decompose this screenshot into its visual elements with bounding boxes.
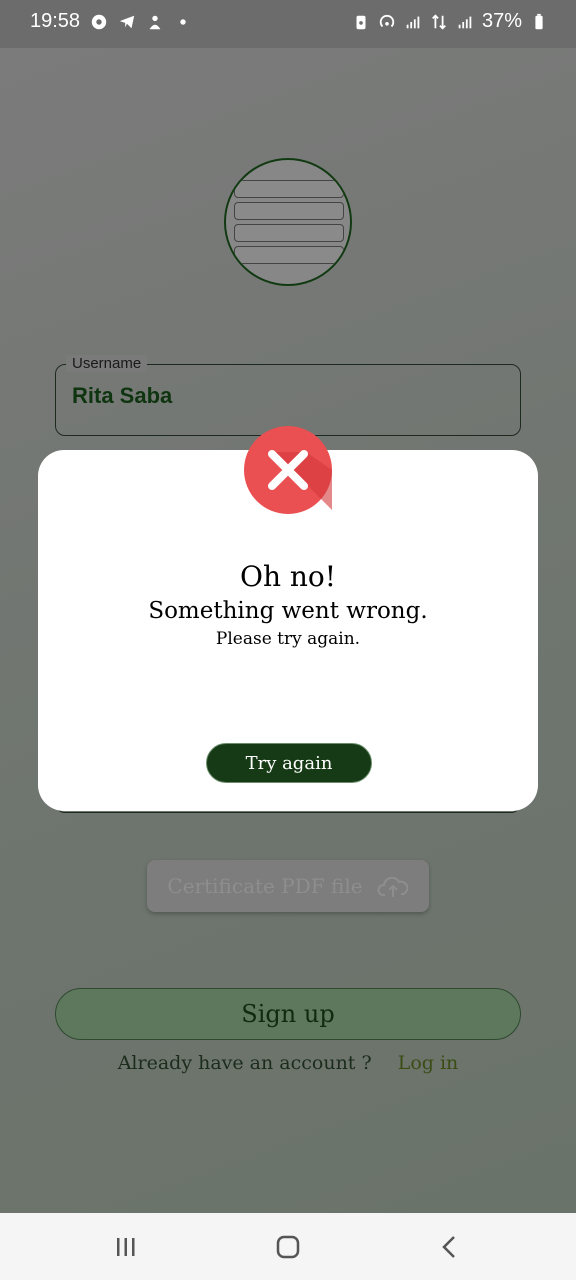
username-label: Username (66, 355, 148, 372)
signal-icon (406, 16, 420, 28)
app-logo (224, 158, 352, 286)
try-again-button[interactable]: Try again (206, 743, 372, 783)
battery-percent: 37% (481, 10, 522, 32)
dialog-title: Oh no! (239, 560, 337, 593)
status-time: 19:58 (30, 10, 81, 32)
logo-field-4 (234, 246, 344, 264)
login-row: Already have an account ? Log in (0, 1052, 576, 1074)
battery-saver-icon (356, 15, 366, 29)
navigation-bar (0, 1213, 576, 1280)
error-icon (244, 426, 332, 514)
hotspot-icon (379, 14, 395, 27)
already-account-text: Already have an account ? (117, 1052, 372, 1074)
logo-field-1 (234, 180, 344, 198)
login-link[interactable]: Log in (398, 1052, 459, 1074)
app-icon (149, 15, 161, 29)
dot-icon (180, 18, 186, 25)
signal-icon (458, 16, 472, 28)
dialog-hint: Please try again. (215, 629, 361, 649)
logo-field-3 (234, 224, 344, 242)
data-icon (432, 13, 446, 30)
signup-button[interactable]: Sign up (55, 988, 521, 1040)
certificate-label: Certificate PDF file (167, 874, 363, 898)
chrome-icon (91, 14, 107, 29)
status-bar: 19:58 37% (0, 0, 576, 48)
home-icon[interactable] (276, 1235, 300, 1259)
battery-icon (535, 13, 543, 29)
certificate-upload-button[interactable]: Certificate PDF file (147, 860, 429, 912)
telegram-icon (119, 15, 135, 28)
cloud-upload-icon (377, 876, 408, 897)
signup-label: Sign up (241, 1000, 335, 1028)
recent-apps-icon[interactable] (114, 1235, 138, 1259)
logo-field-2 (234, 202, 344, 220)
dialog-subtitle: Something went wrong. (148, 598, 428, 624)
try-again-label: Try again (245, 752, 333, 774)
username-value[interactable]: Rita Saba (72, 383, 172, 409)
back-icon[interactable] (438, 1235, 462, 1259)
